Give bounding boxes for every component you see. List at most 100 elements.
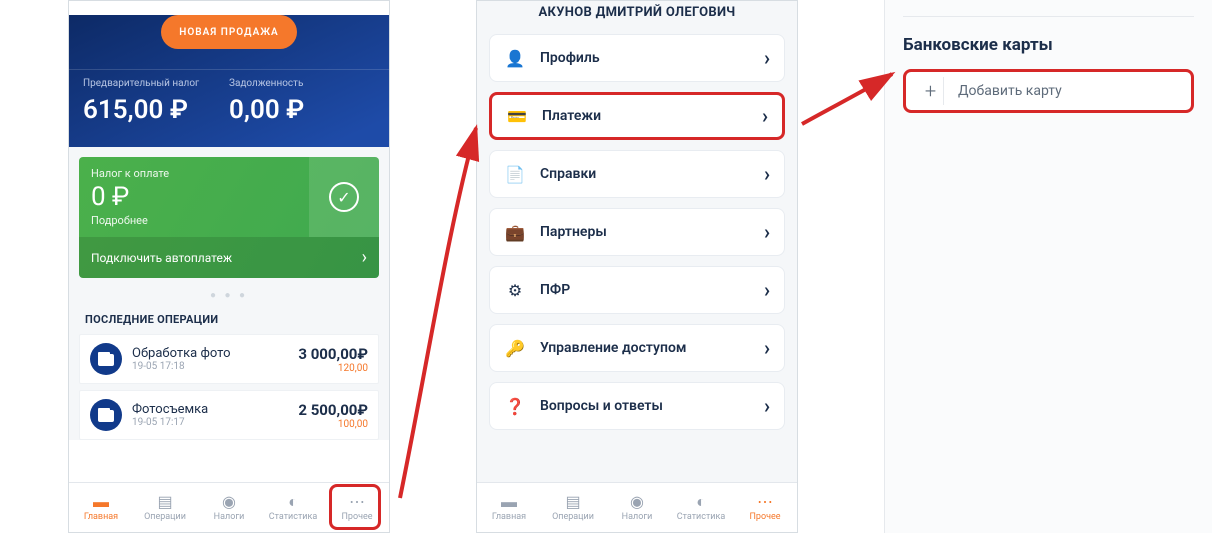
chevron-right-icon: › (764, 336, 770, 360)
menu-label: Справки (540, 166, 764, 182)
nav-main[interactable]: ▬ Главная (477, 483, 541, 532)
nav-label: Операции (144, 512, 186, 522)
bank-cards-panel: Банковские карты + Добавить карту (884, 0, 1212, 533)
nav-operations[interactable]: ▤ Операции (541, 483, 605, 532)
dashboard-body: Налог к оплате 0 ₽ Подробнее ✓ Подключит… (69, 147, 389, 440)
nav-stats[interactable]: ◐ Статистика (261, 483, 325, 532)
wallet-icon (90, 399, 122, 431)
menu-pfr[interactable]: ⚙ ПФР › (489, 266, 785, 314)
nav-label: Налоги (622, 512, 653, 522)
pretax-block: Предварительный налог 615,00 ₽ (83, 78, 229, 125)
debt-block: Задолженность 0,00 ₽ (229, 78, 375, 125)
plus-icon: + (918, 77, 944, 105)
coins-icon: ◉ (222, 494, 236, 510)
pfr-icon: ⚙ (504, 281, 526, 300)
nav-stats[interactable]: ◐ Статистика (669, 483, 733, 532)
chevron-right-icon: › (764, 220, 770, 244)
nav-label: Налоги (214, 512, 245, 522)
pretax-value: 615,00 ₽ (83, 95, 229, 125)
question-icon: ❓ (504, 397, 526, 416)
menu-faq[interactable]: ❓ Вопросы и ответы › (489, 382, 785, 430)
page-dots: ● ● ● (79, 278, 379, 309)
chevron-right-icon: › (764, 278, 770, 302)
nav-label: Прочее (749, 512, 780, 522)
menu-label: Вопросы и ответы (540, 398, 764, 414)
nav-label: Статистика (677, 512, 725, 522)
op-title: Фотосъемка (132, 402, 298, 417)
document-icon: 📄 (504, 165, 526, 184)
wallet-icon: ▤ (565, 494, 580, 510)
nav-main[interactable]: ▬ Главная (69, 483, 133, 532)
op-amount: 2 500,00₽ (298, 401, 368, 419)
menu-label: ПФР (540, 282, 764, 298)
nav-label: Статистика (269, 512, 317, 522)
wallet-icon (90, 343, 122, 375)
op-tax: 100,00 (298, 419, 368, 430)
menu-reports[interactable]: 📄 Справки › (489, 150, 785, 198)
bottom-nav: ▬ Главная ▤ Операции ◉ Налоги ◐ Статисти… (69, 482, 389, 532)
nav-label: Операции (552, 512, 594, 522)
tax-to-pay-more[interactable]: Подробнее (91, 214, 297, 227)
check-icon: ✓ (329, 182, 359, 212)
profile-icon: 👤 (504, 49, 526, 68)
chevron-right-icon: › (764, 46, 770, 70)
menu-label: Управление доступом (540, 340, 764, 356)
chevron-right-icon: › (762, 104, 768, 128)
coins-icon: ◉ (630, 494, 644, 510)
autopay-label: Подключить автоплатеж (91, 251, 232, 265)
op-tax: 120,00 (298, 363, 368, 374)
moon-icon: ◐ (696, 494, 706, 510)
operation-row[interactable]: Обработка фото 19-05 17:18 3 000,00₽ 120… (79, 334, 379, 384)
tax-to-pay-card[interactable]: Налог к оплате 0 ₽ Подробнее ✓ Подключит… (79, 157, 379, 278)
nav-operations[interactable]: ▤ Операции (133, 483, 197, 532)
dots-icon: ⋯ (349, 494, 365, 510)
wallet-icon: ▤ (157, 494, 172, 510)
moon-icon: ◐ (288, 494, 298, 510)
menu-spacer (489, 440, 785, 458)
operation-row[interactable]: Фотосъемка 19-05 17:17 2 500,00₽ 100,00 (79, 390, 379, 440)
nav-taxes[interactable]: ◉ Налоги (605, 483, 669, 532)
op-time: 19-05 17:17 (132, 417, 298, 428)
briefcase-icon: 💼 (504, 223, 526, 242)
key-icon: 🔑 (504, 339, 526, 358)
divider (903, 16, 1194, 17)
new-sale-button[interactable]: НОВАЯ ПРОДАЖА (161, 15, 297, 49)
nav-label: Главная (492, 512, 526, 522)
nav-taxes[interactable]: ◉ Налоги (197, 483, 261, 532)
debt-label: Задолженность (229, 78, 375, 89)
tax-summary-row: Предварительный налог 615,00 ₽ Задолженн… (69, 69, 389, 137)
menu-access[interactable]: 🔑 Управление доступом › (489, 324, 785, 372)
add-card-label: Добавить карту (958, 83, 1062, 99)
menu-label: Партнеры (540, 224, 764, 240)
bank-cards-title: Банковские карты (903, 35, 1194, 55)
add-card-button[interactable]: + Добавить карту (903, 69, 1194, 113)
menu-payments[interactable]: 💳 Платежи › (489, 92, 785, 140)
screen-main: НОВАЯ ПРОДАЖА Предварительный налог 615,… (68, 0, 390, 533)
nav-more[interactable]: ⋯ Прочее (325, 483, 389, 532)
wallet-icon: 💳 (506, 107, 528, 126)
last-operations-title: ПОСЛЕДНИЕ ОПЕРАЦИИ (79, 309, 379, 334)
screen-more-menu: АКУНОВ ДМИТРИЙ ОЛЕГОВИЧ 👤 Профиль › 💳 Пл… (476, 0, 798, 533)
chevron-right-icon: › (764, 394, 770, 418)
pretax-label: Предварительный налог (83, 78, 229, 89)
nav-more[interactable]: ⋯ Прочее (733, 483, 797, 532)
menu-label: Профиль (540, 50, 764, 66)
menu-label: Платежи (542, 108, 762, 124)
user-full-name: АКУНОВ ДМИТРИЙ ОЛЕГОВИЧ (477, 1, 797, 34)
tax-to-pay-check: ✓ (309, 157, 379, 237)
op-time: 19-05 17:18 (132, 361, 298, 372)
menu-partners[interactable]: 💼 Партнеры › (489, 208, 785, 256)
menu-profile[interactable]: 👤 Профиль › (489, 34, 785, 82)
tax-to-pay-title: Налог к оплате (91, 167, 297, 180)
debt-value: 0,00 ₽ (229, 95, 375, 125)
chevron-right-icon: › (362, 247, 367, 268)
bottom-nav: ▬ Главная ▤ Операции ◉ Налоги ◐ Статисти… (477, 482, 797, 532)
briefcase-icon: ▬ (93, 494, 109, 510)
dots-icon: ⋯ (757, 494, 773, 510)
chevron-right-icon: › (764, 162, 770, 186)
briefcase-icon: ▬ (501, 494, 517, 510)
autopay-row[interactable]: Подключить автоплатеж › (79, 237, 379, 278)
op-title: Обработка фото (132, 346, 298, 361)
dashboard-header: НОВАЯ ПРОДАЖА Предварительный налог 615,… (69, 15, 389, 147)
nav-label: Главная (84, 512, 118, 522)
